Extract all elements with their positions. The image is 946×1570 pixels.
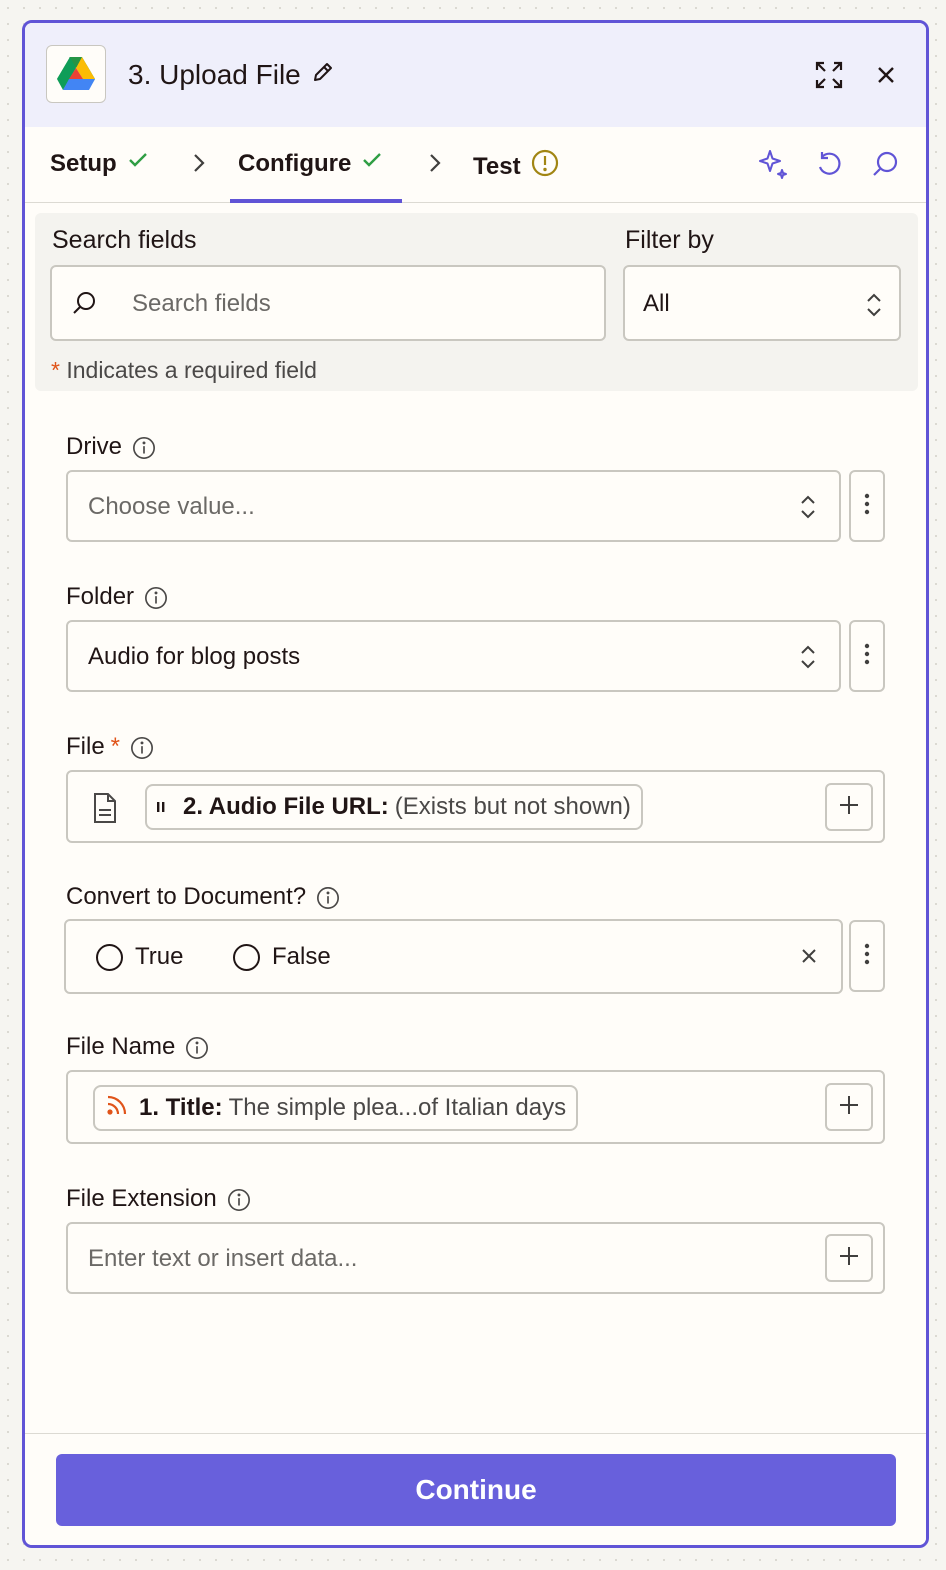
radio-true[interactable]: True — [96, 943, 183, 971]
step-panel: 3. Upload File Setup Configure Test Sear… — [22, 20, 929, 1548]
tab-test[interactable]: Test — [473, 149, 559, 184]
required-note: * Indicates a required field — [51, 357, 317, 384]
file-name-input[interactable]: 1. Title: The simple plea...of Italian d… — [66, 1070, 885, 1144]
file-name-label: File Name — [66, 1033, 209, 1061]
kebab-icon — [864, 493, 870, 520]
plus-icon — [838, 794, 860, 821]
sort-chevrons-icon — [799, 493, 817, 526]
chevron-right-icon — [191, 151, 207, 180]
document-icon — [92, 792, 118, 829]
radio-label: False — [272, 943, 331, 970]
info-icon[interactable] — [185, 1035, 209, 1059]
pill-key: 1. Title: — [139, 1094, 223, 1121]
search-icon — [70, 289, 98, 322]
file-input[interactable]: 2. Audio File URL: (Exists but not shown… — [66, 770, 885, 843]
filter-by-label: Filter by — [625, 226, 714, 254]
insert-data-button[interactable] — [825, 783, 873, 831]
continue-button[interactable]: Continue — [56, 1454, 896, 1526]
folder-label: Folder — [66, 583, 168, 611]
pill-value: The simple plea...of Italian days — [228, 1094, 567, 1121]
info-icon[interactable] — [227, 1187, 251, 1211]
sparkle-icon[interactable] — [756, 147, 790, 181]
file-extension-placeholder: Enter text or insert data... — [88, 1245, 358, 1272]
expand-icon[interactable] — [813, 59, 845, 91]
drive-more-button[interactable] — [849, 470, 885, 542]
check-icon — [361, 149, 383, 178]
info-icon[interactable] — [130, 735, 154, 759]
folder-more-button[interactable] — [849, 620, 885, 692]
rss-icon — [105, 1093, 129, 1124]
file-extension-label-text: File Extension — [66, 1185, 217, 1212]
convert-more-button[interactable] — [849, 920, 885, 992]
drive-label: Drive — [66, 433, 156, 461]
panel-header: 3. Upload File — [25, 23, 926, 127]
file-label: File * — [66, 733, 154, 761]
tab-label: Test — [473, 152, 521, 180]
panel-footer: Continue — [25, 1433, 926, 1545]
tab-label: Setup — [50, 149, 117, 177]
folder-select[interactable]: Audio for blog posts — [66, 620, 841, 692]
tab-configure[interactable]: Configure — [238, 149, 383, 178]
filter-select[interactable]: All — [623, 265, 901, 341]
filter-value: All — [643, 290, 670, 317]
required-note-text: Indicates a required field — [66, 357, 317, 383]
undo-icon[interactable] — [812, 147, 846, 181]
info-icon[interactable] — [144, 585, 168, 609]
drive-placeholder: Choose value... — [88, 493, 255, 520]
step-tabs: Setup Configure Test — [25, 127, 926, 203]
info-icon[interactable] — [132, 435, 156, 459]
pill-key: 2. Audio File URL: — [183, 793, 389, 820]
warning-icon — [531, 149, 559, 184]
convert-radio-group: True False — [64, 919, 843, 994]
required-star: * — [51, 357, 60, 383]
drive-select[interactable]: Choose value... — [66, 470, 841, 542]
clear-icon[interactable] — [801, 948, 817, 969]
convert-label-text: Convert to Document? — [66, 883, 307, 910]
required-star: * — [110, 733, 121, 760]
chevron-right-icon — [427, 151, 443, 180]
plus-icon — [838, 1245, 860, 1272]
search-placeholder: Search fields — [132, 290, 271, 317]
tab-setup[interactable]: Setup — [50, 149, 149, 178]
search-input[interactable]: Search fields — [50, 265, 606, 341]
plus-icon — [838, 1094, 860, 1121]
radio-circle — [233, 943, 260, 971]
step-title-text: 3. Upload File — [128, 59, 301, 90]
close-icon[interactable] — [870, 59, 902, 91]
google-drive-logo — [46, 45, 106, 103]
webhook-icon — [157, 793, 165, 821]
tab-label: Configure — [238, 149, 352, 177]
kebab-icon — [864, 643, 870, 670]
kebab-icon — [864, 943, 870, 970]
file-extension-input[interactable]: Enter text or insert data... — [66, 1222, 885, 1294]
file-name-data-pill[interactable]: 1. Title: The simple plea...of Italian d… — [93, 1085, 579, 1131]
check-icon — [127, 149, 149, 178]
drive-label-text: Drive — [66, 433, 123, 460]
insert-data-button[interactable] — [825, 1234, 873, 1282]
file-data-pill[interactable]: 2. Audio File URL: (Exists but not shown… — [145, 784, 643, 830]
search-fields-label: Search fields — [52, 226, 197, 254]
folder-value: Audio for blog posts — [88, 643, 301, 670]
field-search-section: Search fields Filter by Search fields Al… — [35, 213, 918, 391]
radio-label: True — [135, 943, 184, 970]
sort-chevrons-icon — [865, 291, 883, 324]
folder-label-text: Folder — [66, 583, 135, 610]
file-extension-label: File Extension — [66, 1185, 251, 1213]
sort-chevrons-icon — [799, 643, 817, 676]
search-icon[interactable] — [868, 147, 902, 181]
file-label-text: File — [66, 733, 105, 760]
info-icon[interactable] — [316, 885, 340, 909]
insert-data-button[interactable] — [825, 1083, 873, 1131]
radio-false[interactable]: False — [233, 943, 331, 971]
file-name-label-text: File Name — [66, 1033, 176, 1060]
convert-label: Convert to Document? — [66, 883, 340, 911]
pill-value: (Exists but not shown) — [394, 793, 631, 820]
active-tab-indicator — [230, 199, 402, 203]
step-title: 3. Upload File — [128, 59, 335, 91]
pencil-icon[interactable] — [311, 59, 335, 91]
radio-circle — [96, 943, 123, 971]
